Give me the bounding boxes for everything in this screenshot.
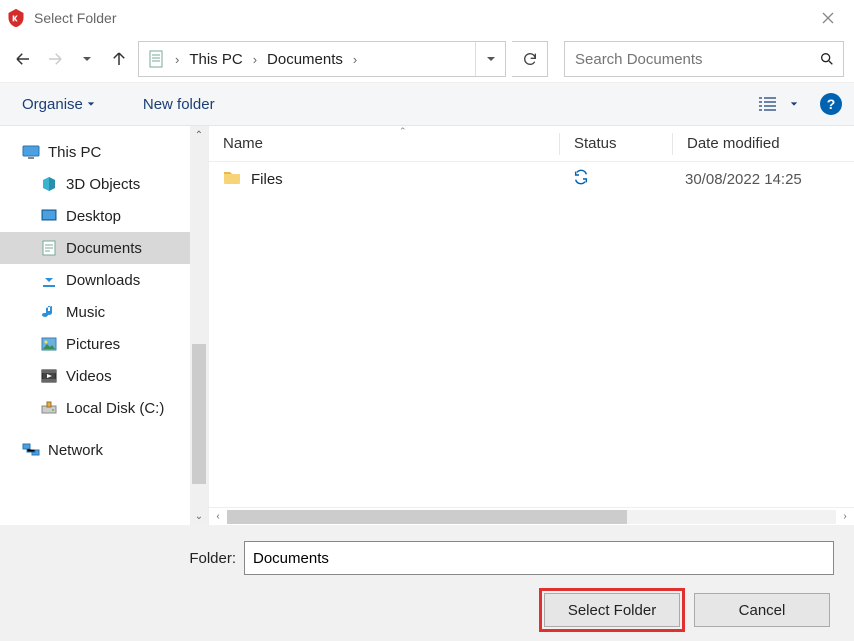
tree-pictures[interactable]: Pictures xyxy=(0,328,190,360)
tree-label: Videos xyxy=(66,368,112,385)
tree-music[interactable]: Music xyxy=(0,296,190,328)
tree-downloads[interactable]: Downloads xyxy=(0,264,190,296)
list-item[interactable]: Files 30/08/2022 14:25 xyxy=(209,162,854,196)
folder-input[interactable] xyxy=(244,541,834,575)
documents-icon xyxy=(40,239,58,257)
pictures-icon xyxy=(40,335,58,353)
drive-icon xyxy=(40,399,58,417)
select-folder-button[interactable]: Select Folder xyxy=(544,593,680,627)
sidebar-scrollbar[interactable]: ⌃ ⌄ xyxy=(190,126,208,525)
nav-tree: This PC 3D Objects Desktop Documents Dow… xyxy=(0,126,190,525)
back-button[interactable] xyxy=(10,46,36,72)
folder-label: Folder: xyxy=(170,550,236,567)
tree-label: Music xyxy=(66,304,105,321)
scroll-right-icon[interactable]: › xyxy=(836,508,854,526)
column-date[interactable]: Date modified xyxy=(673,135,854,152)
nav-row: › This PC › Documents › xyxy=(0,36,854,82)
sort-indicator-icon: ⌃ xyxy=(399,126,407,137)
desktop-icon xyxy=(40,207,58,225)
up-button[interactable] xyxy=(106,46,132,72)
scroll-down-icon[interactable]: ⌄ xyxy=(190,507,208,525)
tree-label: This PC xyxy=(48,144,101,161)
column-name[interactable]: Name xyxy=(209,135,559,152)
column-status[interactable]: Status xyxy=(560,135,672,152)
videos-icon xyxy=(40,367,58,385)
close-button[interactable] xyxy=(808,0,848,36)
tree-documents[interactable]: Documents xyxy=(0,232,190,264)
tree-label: Documents xyxy=(66,240,142,257)
tree-desktop[interactable]: Desktop xyxy=(0,200,190,232)
breadcrumb-documents[interactable]: Documents xyxy=(259,42,351,76)
refresh-button[interactable] xyxy=(512,41,548,77)
view-dropdown[interactable] xyxy=(788,90,800,118)
column-headers: ⌃ Name Status Date modified xyxy=(209,126,854,162)
tree-3d-objects[interactable]: 3D Objects xyxy=(0,168,190,200)
tree-this-pc[interactable]: This PC xyxy=(0,136,190,168)
search-input[interactable] xyxy=(565,51,811,68)
toolbar: Organise New folder ? xyxy=(0,82,854,126)
tree-label: 3D Objects xyxy=(66,176,140,193)
item-name: Files xyxy=(251,171,283,188)
tree-videos[interactable]: Videos xyxy=(0,360,190,392)
address-bar[interactable]: › This PC › Documents › xyxy=(138,41,506,77)
breadcrumb-this-pc[interactable]: This PC xyxy=(181,42,250,76)
item-status xyxy=(559,169,671,189)
cancel-button[interactable]: Cancel xyxy=(694,593,830,627)
tree-label: Downloads xyxy=(66,272,140,289)
scroll-up-icon[interactable]: ⌃ xyxy=(190,126,208,144)
search-icon[interactable] xyxy=(811,51,843,67)
titlebar: Select Folder xyxy=(0,0,854,36)
3d-icon xyxy=(40,175,58,193)
item-date: 30/08/2022 14:25 xyxy=(671,171,854,188)
organise-button[interactable]: Organise xyxy=(12,90,105,119)
chevron-right-icon[interactable]: › xyxy=(351,52,359,67)
network-icon xyxy=(22,441,40,459)
window-title: Select Folder xyxy=(34,10,116,26)
location-icon xyxy=(147,49,167,69)
dialog-footer: Folder: Select Folder Cancel xyxy=(0,525,854,641)
chevron-right-icon[interactable]: › xyxy=(173,52,181,67)
tree-local-disk[interactable]: Local Disk (C:) xyxy=(0,392,190,424)
tree-label: Desktop xyxy=(66,208,121,225)
tree-label: Pictures xyxy=(66,336,120,353)
forward-button[interactable] xyxy=(42,46,68,72)
folder-icon xyxy=(223,169,241,189)
search-box[interactable] xyxy=(564,41,844,77)
tree-label: Network xyxy=(48,442,103,459)
new-folder-button[interactable]: New folder xyxy=(133,90,225,119)
scroll-thumb[interactable] xyxy=(192,344,206,484)
help-button[interactable]: ? xyxy=(820,93,842,115)
hscroll-thumb[interactable] xyxy=(227,510,627,524)
tree-network[interactable]: Network xyxy=(0,434,190,466)
music-icon xyxy=(40,303,58,321)
computer-icon xyxy=(22,143,40,161)
horizontal-scrollbar[interactable]: ‹ › xyxy=(209,507,854,525)
address-dropdown[interactable] xyxy=(475,42,505,76)
downloads-icon xyxy=(40,271,58,289)
history-dropdown[interactable] xyxy=(74,46,100,72)
app-icon xyxy=(6,8,26,28)
view-options[interactable] xyxy=(754,90,782,118)
file-list: ⌃ Name Status Date modified Files 30/08/… xyxy=(209,126,854,525)
chevron-right-icon[interactable]: › xyxy=(251,52,259,67)
tree-label: Local Disk (C:) xyxy=(66,400,164,417)
scroll-left-icon[interactable]: ‹ xyxy=(209,508,227,526)
